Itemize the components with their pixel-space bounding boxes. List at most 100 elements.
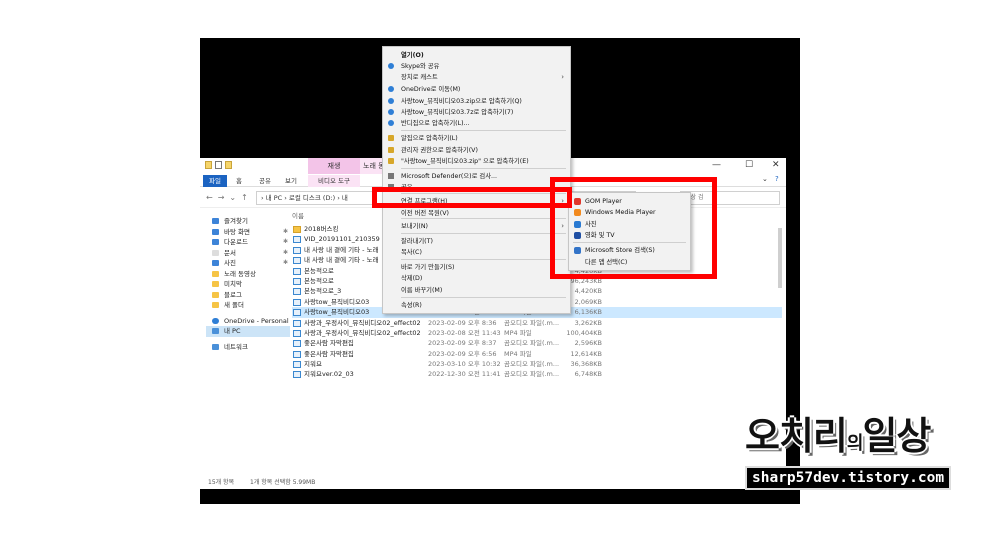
menu-item-label: 열기(O) bbox=[401, 52, 424, 59]
nav-item-network[interactable]: 네트워크 bbox=[206, 342, 290, 353]
close-icon[interactable]: ✕ bbox=[772, 160, 780, 170]
menu-item-cast-to-device[interactable]: 장치로 캐스트 › bbox=[383, 72, 570, 83]
menu-item-move-to-onedrive[interactable]: OneDrive로 이동(M) bbox=[383, 84, 570, 95]
menu-item-rename[interactable]: 이름 바꾸기(M) bbox=[383, 285, 570, 296]
menu-item-share-skype[interactable]: Skype와 공유 bbox=[383, 61, 570, 72]
nav-item-new-folder[interactable]: 새 폴더 bbox=[206, 300, 290, 311]
file-row[interactable]: 지워요 2023-03-10 오후 10:32 곰오디오 파일(.m... 36,36… bbox=[292, 359, 782, 369]
desktop-icon bbox=[212, 228, 219, 235]
menu-item-send-to[interactable]: 보내기(N) › bbox=[383, 221, 570, 232]
tab-file[interactable]: 파일 bbox=[203, 175, 227, 187]
menu-item-zip-compress[interactable]: 사랑tow_뮤직비디오03.zip으로 압축하기(Q) bbox=[383, 96, 570, 107]
menu-item-create-shortcut[interactable]: 바로 가기 만들기(S) bbox=[383, 262, 570, 273]
tab-video-tools[interactable]: 비디오 도구 bbox=[308, 175, 360, 187]
menu-item-bandizip-compress[interactable]: 반디집으로 압축하기(L)... bbox=[383, 118, 570, 129]
ribbon-expand-icon[interactable]: ⌄ bbox=[762, 175, 768, 183]
media-file-icon bbox=[293, 288, 301, 296]
quick-access-toolbar[interactable] bbox=[205, 161, 232, 169]
nav-item-pictures[interactable]: 사진 ✱ bbox=[206, 258, 290, 269]
bandizip-icon bbox=[388, 120, 394, 126]
nav-label: OneDrive - Personal bbox=[224, 316, 289, 325]
file-size: 100,404KB bbox=[566, 328, 602, 337]
file-type: MP4 파일 bbox=[504, 328, 532, 337]
tab-home[interactable]: 홈 bbox=[232, 175, 246, 187]
file-type: MP4 파일 bbox=[504, 349, 532, 358]
nav-label: 네트워크 bbox=[224, 342, 248, 351]
nav-label: 내 PC bbox=[224, 327, 241, 335]
document-icon bbox=[212, 249, 219, 256]
menu-item-label: 바로 가기 만들기(S) bbox=[401, 264, 455, 271]
context-tab-play[interactable]: 재생 bbox=[308, 158, 360, 174]
pin-icon: ✱ bbox=[282, 248, 288, 256]
checkbox-icon[interactable] bbox=[215, 161, 222, 169]
watermark-title-part: 오치리 bbox=[745, 414, 848, 458]
media-file-icon bbox=[293, 371, 301, 379]
menu-separator bbox=[401, 233, 566, 234]
media-file-icon bbox=[293, 309, 301, 317]
file-date: 2023-02-09 오후 6:56 bbox=[428, 349, 497, 358]
file-row[interactable]: 좋은사람 자막편집 2023-02-09 오후 8:37 곰오디오 파일(.m...… bbox=[292, 338, 782, 348]
media-file-icon bbox=[293, 340, 301, 348]
help-icon[interactable]: ? bbox=[775, 175, 779, 183]
media-file-icon bbox=[293, 246, 301, 254]
menu-item-open[interactable]: 열기(O) bbox=[383, 50, 570, 61]
menu-item-defender-scan[interactable]: Microsoft Defender(으)로 검사... bbox=[383, 171, 570, 182]
nav-item-downloads[interactable]: 다운로드 ✱ bbox=[206, 237, 290, 248]
nav-label: 미치막 bbox=[224, 280, 242, 288]
file-name: 좋은사람 자막편집 bbox=[304, 349, 354, 358]
media-file-icon bbox=[293, 298, 301, 306]
new-folder-icon[interactable] bbox=[225, 161, 232, 169]
file-date: 2023-03-10 오후 10:32 bbox=[428, 360, 501, 369]
menu-item-cut[interactable]: 잘라내기(T) bbox=[383, 236, 570, 247]
menu-item-7z-compress[interactable]: 사랑tow_뮤직비디오03.7z로 압축하기(7) bbox=[383, 107, 570, 118]
folder-icon bbox=[212, 281, 219, 287]
watermark-title: 오치리의일상 bbox=[745, 414, 955, 466]
navigation-arrows[interactable]: ←→⌄↑ bbox=[206, 193, 253, 202]
tab-share[interactable]: 공유 bbox=[256, 175, 274, 187]
nav-label: 블로그 bbox=[224, 290, 242, 299]
file-name: 사랑과_우정사이_뮤직비디오02_effect02 bbox=[304, 328, 421, 337]
pc-icon bbox=[212, 328, 219, 334]
nav-item-desktop[interactable]: 바탕 화면 ✱ bbox=[206, 227, 290, 238]
nav-item-this-pc[interactable]: 내 PC bbox=[206, 326, 290, 337]
file-row[interactable]: 사랑과_우정사이_뮤직비디오02_effect02 2023-02-09 오후 8… bbox=[292, 318, 782, 328]
tab-view[interactable]: 보기 bbox=[282, 175, 300, 187]
menu-item-delete[interactable]: 삭제(D) bbox=[383, 273, 570, 284]
media-file-icon bbox=[293, 257, 301, 265]
file-size: 2,596KB bbox=[574, 339, 602, 348]
folder-icon[interactable] bbox=[205, 161, 212, 169]
alzip-icon bbox=[388, 147, 394, 153]
file-row[interactable]: 좋은사람 자막편집 2023-02-09 오후 6:56 MP4 파일 12,614K… bbox=[292, 349, 782, 359]
status-bar: 15개 항목 1개 항목 선택함 5.99MB bbox=[208, 477, 329, 486]
media-file-icon bbox=[293, 361, 301, 369]
maximize-icon[interactable]: ☐ bbox=[745, 160, 753, 170]
onedrive-icon bbox=[212, 317, 219, 324]
file-name: 본능적으로 bbox=[304, 276, 334, 285]
menu-item-label: 알집으로 압축하기(L) bbox=[401, 135, 458, 142]
menu-item-alzip-compress[interactable]: 알집으로 압축하기(L) bbox=[383, 133, 570, 144]
pin-icon: ✱ bbox=[282, 259, 288, 266]
nav-item-onedrive[interactable]: OneDrive - Personal bbox=[206, 316, 290, 327]
media-file-icon bbox=[293, 329, 301, 337]
nav-item-michimak[interactable]: 미치막 bbox=[206, 279, 290, 290]
nav-item-documents[interactable]: 문서 ✱ bbox=[206, 248, 290, 259]
menu-item-admin-compress[interactable]: 관리자 권한으로 압축하기(V) bbox=[383, 145, 570, 156]
nav-item-songs-videos[interactable]: 노래 동영상 bbox=[206, 269, 290, 280]
menu-item-copy[interactable]: 복사(C) bbox=[383, 247, 570, 258]
nav-label: 바탕 화면 bbox=[224, 227, 250, 236]
column-header-name[interactable]: 이름 bbox=[292, 210, 304, 220]
chevron-right-icon: › bbox=[561, 73, 564, 81]
nav-label: 새 폴더 bbox=[224, 301, 245, 309]
nav-item-blog[interactable]: 블로그 bbox=[206, 290, 290, 301]
watermark-title-part: 의 bbox=[846, 433, 864, 454]
minimize-icon[interactable]: — bbox=[712, 160, 721, 170]
file-row[interactable]: 지워요ver.02_03 2022-12-30 오전 11:41 곰오디오 파일(.… bbox=[292, 369, 782, 379]
scrollbar[interactable] bbox=[778, 228, 782, 288]
menu-item-properties[interactable]: 속성(R) bbox=[383, 300, 570, 311]
menu-item-label: 관리자 권한으로 압축하기(V) bbox=[401, 147, 478, 154]
menu-item-zip-named-compress[interactable]: "사랑tow_뮤직비디오03.zip" 으로 압축하기(E) bbox=[383, 156, 570, 167]
menu-item-label: 복사(C) bbox=[401, 249, 422, 256]
nav-item-favorites[interactable]: 즐겨찾기 bbox=[206, 216, 290, 227]
nav-label: 사진 bbox=[224, 259, 236, 267]
file-row[interactable]: 사랑과_우정사이_뮤직비디오02_effect02 2023-02-08 오전 1… bbox=[292, 328, 782, 338]
